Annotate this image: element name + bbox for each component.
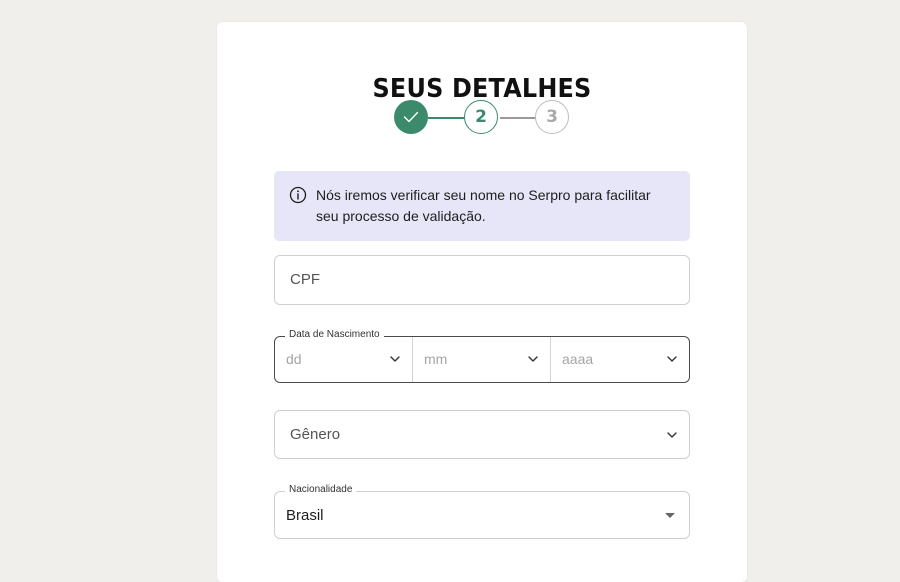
birthdate-fieldset: Data de Nascimento dd mm aaaa [274, 329, 690, 383]
chevron-down-icon [390, 356, 400, 362]
step-1-completed [394, 100, 428, 134]
gender-placeholder: Gênero [290, 426, 341, 443]
step-3-upcoming: 3 [535, 100, 569, 134]
cpf-placeholder: CPF [290, 271, 320, 288]
gender-select[interactable]: Gênero [274, 410, 690, 459]
month-placeholder: mm [424, 351, 448, 367]
caret-down-icon [665, 513, 675, 518]
progress-stepper: 2 3 [394, 100, 574, 136]
chevron-down-icon [667, 432, 677, 438]
year-placeholder: aaaa [562, 351, 594, 367]
nationality-select[interactable]: Nacionalidade Brasil [274, 484, 690, 539]
check-icon [403, 111, 419, 123]
day-placeholder: dd [286, 351, 302, 367]
step-2-current: 2 [464, 100, 498, 134]
info-icon [289, 186, 307, 204]
chevron-down-icon [667, 356, 677, 362]
info-banner: Nós iremos verificar seu nome no Serpro … [274, 171, 690, 241]
info-banner-text: Nós iremos verificar seu nome no Serpro … [316, 187, 651, 224]
stepper-connector-pending [500, 117, 536, 119]
cpf-input[interactable]: CPF [274, 255, 690, 305]
chevron-down-icon [528, 356, 538, 362]
birthdate-year-select[interactable]: aaaa [551, 337, 689, 382]
stepper-connector-done [428, 117, 464, 119]
birthdate-day-select[interactable]: dd [275, 337, 413, 382]
nationality-value: Brasil [286, 507, 324, 524]
nationality-legend: Nacionalidade [285, 484, 357, 495]
birthdate-month-select[interactable]: mm [413, 337, 551, 382]
